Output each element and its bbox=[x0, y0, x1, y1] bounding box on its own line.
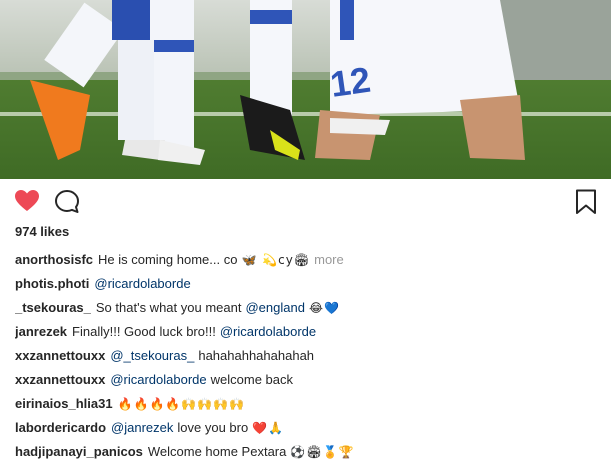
comment-emojis: 🔥🔥🔥🔥🙌🙌🙌🙌 bbox=[117, 397, 246, 411]
comment-username[interactable]: _tsekouras_ bbox=[15, 298, 91, 318]
heart-icon[interactable] bbox=[14, 189, 42, 217]
comment-username[interactable]: anorthosisfc bbox=[15, 250, 93, 270]
comment-mention[interactable]: @england bbox=[245, 298, 304, 318]
comment-emojis: ⚽🏟🏅🏆 bbox=[290, 445, 355, 459]
comment-text: hahahahhahahahah bbox=[198, 348, 315, 363]
comment-text: love you bro bbox=[177, 420, 249, 435]
comment-username[interactable]: labordericardo bbox=[15, 418, 106, 438]
comment-mention[interactable]: @janrezek bbox=[111, 418, 173, 438]
comment-emojis: ❤️🙏 bbox=[252, 421, 285, 435]
comment-emojis: 🦋 💫cy🏟 bbox=[241, 253, 311, 267]
comment-username[interactable]: janrezek bbox=[15, 322, 67, 342]
comment-username[interactable]: eirinaios_hlia31 bbox=[15, 394, 113, 414]
comment-text: welcome back bbox=[210, 372, 293, 387]
comment-text: Welcome home Pextara bbox=[147, 444, 287, 459]
comment-row: labordericardo @janrezek love you bro ❤️… bbox=[15, 416, 605, 440]
comment-username[interactable]: xxzannettouxx bbox=[15, 346, 105, 366]
comment-username[interactable]: hadjipanayi_panicos bbox=[15, 442, 143, 462]
football-celebration-image: 12 bbox=[0, 0, 611, 179]
comment-mention[interactable]: @_tsekouras_ bbox=[110, 346, 194, 366]
comment-icon[interactable] bbox=[54, 189, 82, 217]
comments-list: anorthosisfc He is coming home... co 🦋 💫… bbox=[15, 248, 605, 464]
comment-username[interactable]: xxzannettouxx bbox=[15, 370, 105, 390]
comment-text: Finally!!! Good luck bro!!! bbox=[72, 324, 216, 339]
post-actions bbox=[0, 189, 611, 219]
comment-text: He is coming home... co bbox=[98, 252, 238, 267]
comment-username[interactable]: photis.photi bbox=[15, 274, 89, 294]
bookmark-icon[interactable] bbox=[575, 189, 603, 217]
comment-mention[interactable]: @ricardolaborde bbox=[110, 370, 206, 390]
comment-row: xxzannettouxx @_tsekouras_ hahahahhahaha… bbox=[15, 344, 605, 368]
comment-row: eirinaios_hlia31 🔥🔥🔥🔥🙌🙌🙌🙌 bbox=[15, 392, 605, 416]
comment-row: janrezek Finally!!! Good luck bro!!! @ri… bbox=[15, 320, 605, 344]
comment-emojis: 😂💙 bbox=[308, 301, 340, 315]
comment-row: xxzannettouxx @ricardolaborde welcome ba… bbox=[15, 368, 605, 392]
post-photo[interactable]: 12 bbox=[0, 0, 611, 179]
comment-row: _tsekouras_ So that's what you meant @en… bbox=[15, 296, 605, 320]
more-link[interactable]: more bbox=[314, 250, 344, 270]
likes-count[interactable]: 974 likes bbox=[15, 224, 69, 239]
comment-row: photis.photi @ricardolaborde bbox=[15, 272, 605, 296]
svg-text:12: 12 bbox=[328, 59, 373, 105]
comment-row: hadjipanayi_panicos Welcome home Pextara… bbox=[15, 440, 605, 464]
comment-row: anorthosisfc He is coming home... co 🦋 💫… bbox=[15, 248, 605, 272]
comment-mention[interactable]: @ricardolaborde bbox=[220, 322, 316, 342]
comment-mention[interactable]: @ricardolaborde bbox=[94, 274, 190, 294]
comment-text: So that's what you meant bbox=[95, 300, 242, 315]
